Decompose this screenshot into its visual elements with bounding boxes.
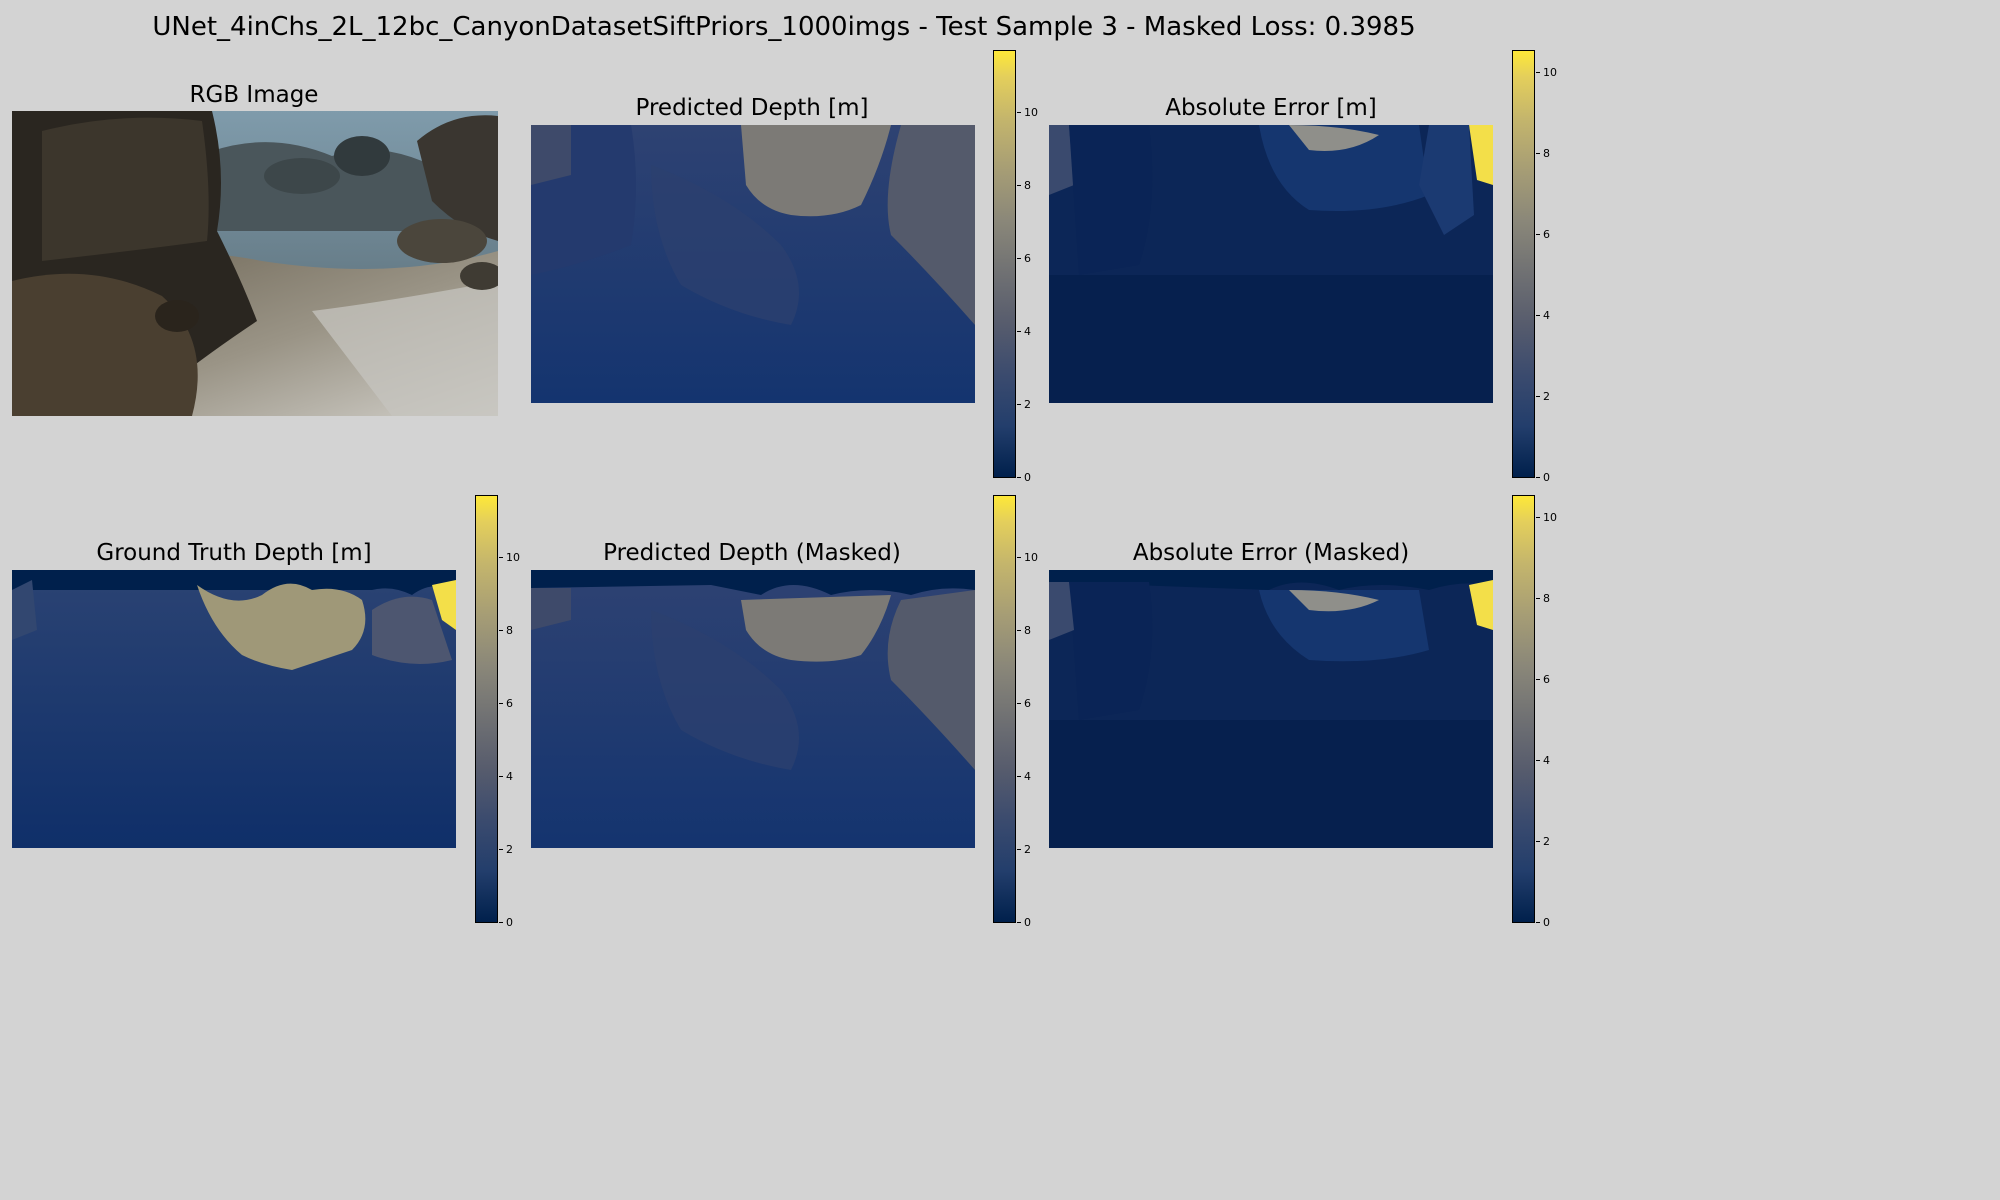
cbar-tick-6: 6 — [1017, 252, 1031, 265]
colorbar-predicted-masked — [993, 495, 1016, 923]
cbar-tick-0: 0 — [1536, 916, 1550, 929]
cbar-tick-8: 8 — [1017, 179, 1031, 192]
cbar-tick-0: 0 — [1017, 916, 1031, 929]
panel-title-predicted-masked: Predicted Depth (Masked) — [603, 540, 901, 566]
cbar-tick-2: 2 — [1017, 398, 1031, 411]
colorbar-error-masked — [1512, 495, 1535, 923]
panel-title-predicted-depth: Predicted Depth [m] — [635, 95, 869, 121]
colorbar-ground-truth — [475, 495, 498, 923]
cbar-tick-0: 0 — [1536, 471, 1550, 484]
panel-title-absolute-error: Absolute Error [m] — [1165, 95, 1377, 121]
cbar-tick-10: 10 — [1536, 511, 1557, 524]
cbar-tick-10: 10 — [1017, 106, 1038, 119]
cbar-tick-2: 2 — [1536, 390, 1550, 403]
absolute-error-masked-map — [1049, 570, 1493, 848]
cbar-tick-6: 6 — [1017, 697, 1031, 710]
cbar-tick-0: 0 — [1017, 471, 1031, 484]
rgb-image — [12, 111, 498, 416]
cbar-tick-6: 6 — [1536, 228, 1550, 241]
absolute-error-map — [1049, 125, 1493, 403]
cbar-tick-8: 8 — [1536, 147, 1550, 160]
cbar-tick-4: 4 — [1017, 325, 1031, 338]
cbar-tick-4: 4 — [1536, 309, 1550, 322]
cbar-tick-10: 10 — [1536, 66, 1557, 79]
ground-truth-depth-map — [12, 570, 456, 848]
cbar-tick-10: 10 — [499, 551, 520, 564]
panel-title-ground-truth: Ground Truth Depth [m] — [96, 540, 372, 566]
cbar-tick-6: 6 — [499, 697, 513, 710]
cbar-tick-4: 4 — [1017, 770, 1031, 783]
cbar-tick-8: 8 — [499, 624, 513, 637]
cbar-tick-2: 2 — [1017, 843, 1031, 856]
colorbar-absolute-error — [1512, 50, 1535, 478]
colorbar-predicted-depth — [993, 50, 1016, 478]
predicted-depth-map — [531, 125, 975, 403]
cbar-tick-8: 8 — [1017, 624, 1031, 637]
panel-title-error-masked: Absolute Error (Masked) — [1132, 540, 1410, 566]
cbar-tick-2: 2 — [499, 843, 513, 856]
panel-title-rgb: RGB Image — [189, 82, 319, 108]
cbar-tick-4: 4 — [1536, 754, 1550, 767]
cbar-tick-6: 6 — [1536, 673, 1550, 686]
cbar-tick-8: 8 — [1536, 592, 1550, 605]
predicted-depth-masked-map — [531, 570, 975, 848]
cbar-tick-0: 0 — [499, 916, 513, 929]
cbar-tick-10: 10 — [1017, 551, 1038, 564]
figure-suptitle: UNet_4inChs_2L_12bc_CanyonDatasetSiftPri… — [152, 12, 1416, 42]
cbar-tick-4: 4 — [499, 770, 513, 783]
cbar-tick-2: 2 — [1536, 835, 1550, 848]
